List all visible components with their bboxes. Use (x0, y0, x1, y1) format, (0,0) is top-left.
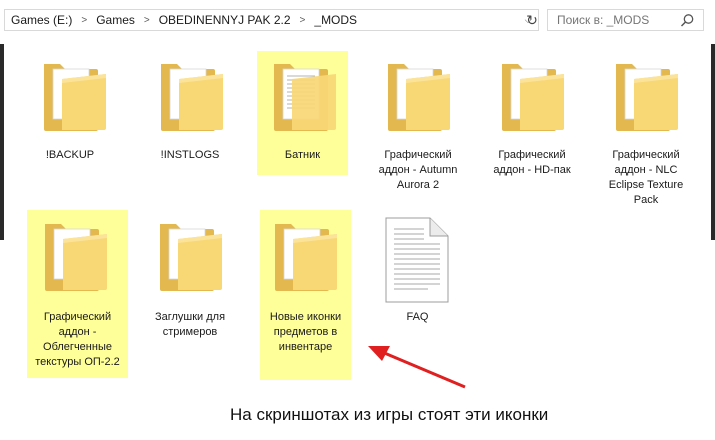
chevron-right-icon[interactable]: > (144, 15, 150, 26)
breadcrumb-drive[interactable]: Games (E:) (11, 13, 72, 27)
file-item-backup[interactable]: !BACKUP (30, 52, 110, 202)
breadcrumb-games[interactable]: Games (96, 13, 135, 27)
refresh-icon[interactable]: ↻ (520, 9, 544, 31)
folder-icon (615, 63, 679, 132)
explorer-toolbar: Games (E:) > Games > OBEDINENNYJ PAK 2.2… (0, 0, 715, 44)
background-window-edge (711, 44, 715, 240)
file-item-hd-pak[interactable]: Графический аддон - HD-пак (482, 52, 582, 202)
folder-icon (44, 223, 108, 292)
folder-icon (273, 63, 337, 132)
address-bar[interactable]: Games (E:) > Games > OBEDINENNYJ PAK 2.2… (4, 9, 539, 31)
file-item-nlc-eclipse[interactable]: Графический аддон - NLC Eclipse Texture … (596, 52, 696, 208)
folder-icon (387, 63, 451, 132)
folder-icon (501, 63, 565, 132)
item-label: !BACKUP (45, 149, 95, 161)
item-label: Заглушки для стримеров (154, 311, 226, 338)
breadcrumb-mods[interactable]: _MODS (314, 13, 357, 27)
item-label: FAQ (406, 311, 429, 323)
item-label: Графический аддон - Autumn Aurora 2 (378, 149, 458, 191)
item-label: Батник (284, 149, 321, 161)
search-box[interactable] (547, 9, 704, 31)
text-file-icon (385, 217, 449, 303)
file-item-new-icons[interactable]: Новые иконки предметов в инвентаре (260, 210, 351, 380)
chevron-right-icon[interactable]: > (81, 15, 87, 26)
file-item-instlogs[interactable]: !INSTLOGS (145, 52, 235, 202)
search-input[interactable] (557, 13, 677, 27)
search-icon[interactable] (680, 13, 695, 28)
breadcrumb-pak[interactable]: OBEDINENNYJ PAK 2.2 (159, 13, 291, 27)
file-item-light-textures[interactable]: Графический аддон - Облегченные текстуры… (27, 210, 128, 378)
folder-icon (160, 63, 224, 132)
item-label: Графический аддон - NLC Eclipse Texture … (608, 149, 684, 206)
item-label: !INSTLOGS (160, 149, 220, 161)
arrow-icon (368, 346, 466, 389)
annotation-caption: На скриншотах из игры стоят эти иконки (230, 405, 549, 424)
item-label: Графический аддон - HD-пак (493, 149, 571, 176)
folder-icon (274, 223, 338, 292)
item-label: Новые иконки предметов в инвентаре (269, 311, 342, 353)
item-label: Графический аддон - Облегченные текстуры… (35, 311, 120, 368)
file-item-batnik[interactable]: Батник (257, 51, 348, 175)
background-window-edge (0, 44, 4, 240)
folder-icon (43, 63, 107, 132)
file-item-streamer-stubs[interactable]: Заглушки для стримеров (140, 210, 240, 360)
file-item-faq[interactable]: FAQ (370, 210, 465, 340)
chevron-right-icon[interactable]: > (300, 15, 306, 26)
file-item-autumn-aurora[interactable]: Графический аддон - Autumn Aurora 2 (368, 52, 468, 202)
folder-icon (159, 223, 223, 292)
